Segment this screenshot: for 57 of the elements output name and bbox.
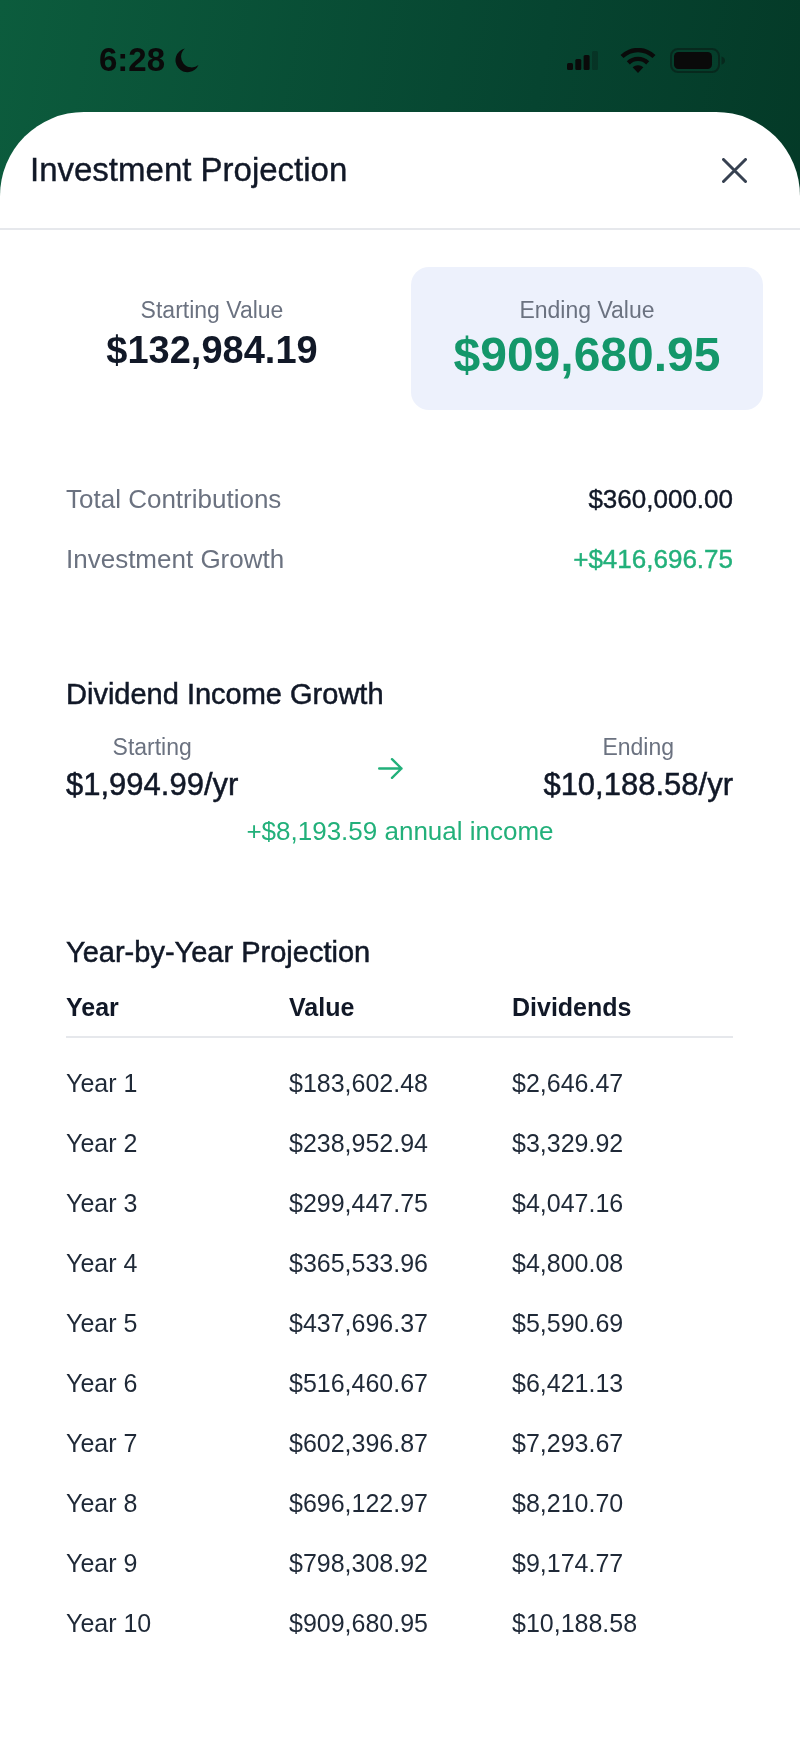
wifi-icon (620, 47, 656, 73)
close-icon (722, 157, 747, 183)
table-cell: $10,188.58 (512, 1608, 638, 1638)
table-cell: Year 9 (66, 1548, 138, 1578)
table-cell: $7,293.67 (512, 1428, 624, 1458)
battery-icon (670, 47, 725, 73)
section-title: Year-by-Year Projection (66, 935, 371, 970)
table-cell: Year 6 (66, 1368, 138, 1398)
section-title: Dividend Income Growth (66, 677, 384, 712)
table-cell: $299,447.75 (289, 1188, 429, 1218)
table-cell: $238,952.94 (289, 1128, 429, 1158)
table-cell: Year 10 (66, 1608, 152, 1638)
table-cell: $5,590.69 (512, 1308, 624, 1338)
close-button[interactable] (722, 157, 747, 183)
total-value: +$416,696.75 (573, 543, 733, 575)
table-cell: $696,122.97 (289, 1488, 429, 1518)
arrow-right-icon (378, 757, 404, 779)
table-cell: $3,329.92 (512, 1128, 624, 1158)
dividend-label: Starting (112, 733, 192, 761)
total-label: Investment Growth (66, 543, 285, 575)
table-cell: $8,210.70 (512, 1488, 624, 1518)
income-change: +$8,193.59 annual income (246, 815, 554, 847)
table-cell: $909,680.95 (289, 1608, 429, 1638)
total-label: Total Contributions (66, 483, 282, 515)
table-cell: Year 4 (66, 1248, 138, 1278)
total-value: $360,000.00 (588, 483, 733, 515)
table-cell: Year 3 (66, 1188, 138, 1218)
table-cell: $6,421.13 (512, 1368, 624, 1398)
table-cell: $602,396.87 (289, 1428, 429, 1458)
table-cell: $798,308.92 (289, 1548, 429, 1578)
signal-icon (567, 50, 598, 70)
table-cell: Year 2 (66, 1128, 138, 1158)
table-cell: Year 7 (66, 1428, 138, 1458)
dividend-value: $1,994.99/yr (66, 767, 239, 803)
moon-icon (175, 47, 200, 73)
summary-value: $132,984.19 (106, 328, 318, 372)
table-cell: Year 8 (66, 1488, 138, 1518)
summary-value: $909,680.95 (453, 328, 721, 382)
column-header: Year (66, 992, 119, 1022)
summary-label: Starting Value (140, 296, 284, 324)
table-cell: Year 1 (66, 1068, 138, 1098)
summary-label: Ending Value (519, 296, 655, 324)
sheet-title: Investment Projection (30, 150, 348, 190)
dividend-label: Ending (602, 733, 674, 761)
table-cell: $4,047.16 (512, 1188, 624, 1218)
column-header: Value (289, 992, 355, 1022)
column-header: Dividends (512, 992, 632, 1022)
table-cell: $9,174.77 (512, 1548, 624, 1578)
table-cell: $516,460.67 (289, 1368, 429, 1398)
table-cell: $437,696.37 (289, 1308, 429, 1338)
status-time: 6:28 (99, 40, 166, 80)
table-cell: $365,533.96 (289, 1248, 429, 1278)
table-cell: Year 5 (66, 1308, 138, 1338)
table-cell: $4,800.08 (512, 1248, 624, 1278)
table-cell: $183,602.48 (289, 1068, 429, 1098)
dividend-value: $10,188.58/yr (543, 767, 733, 803)
table-cell: $2,646.47 (512, 1068, 624, 1098)
